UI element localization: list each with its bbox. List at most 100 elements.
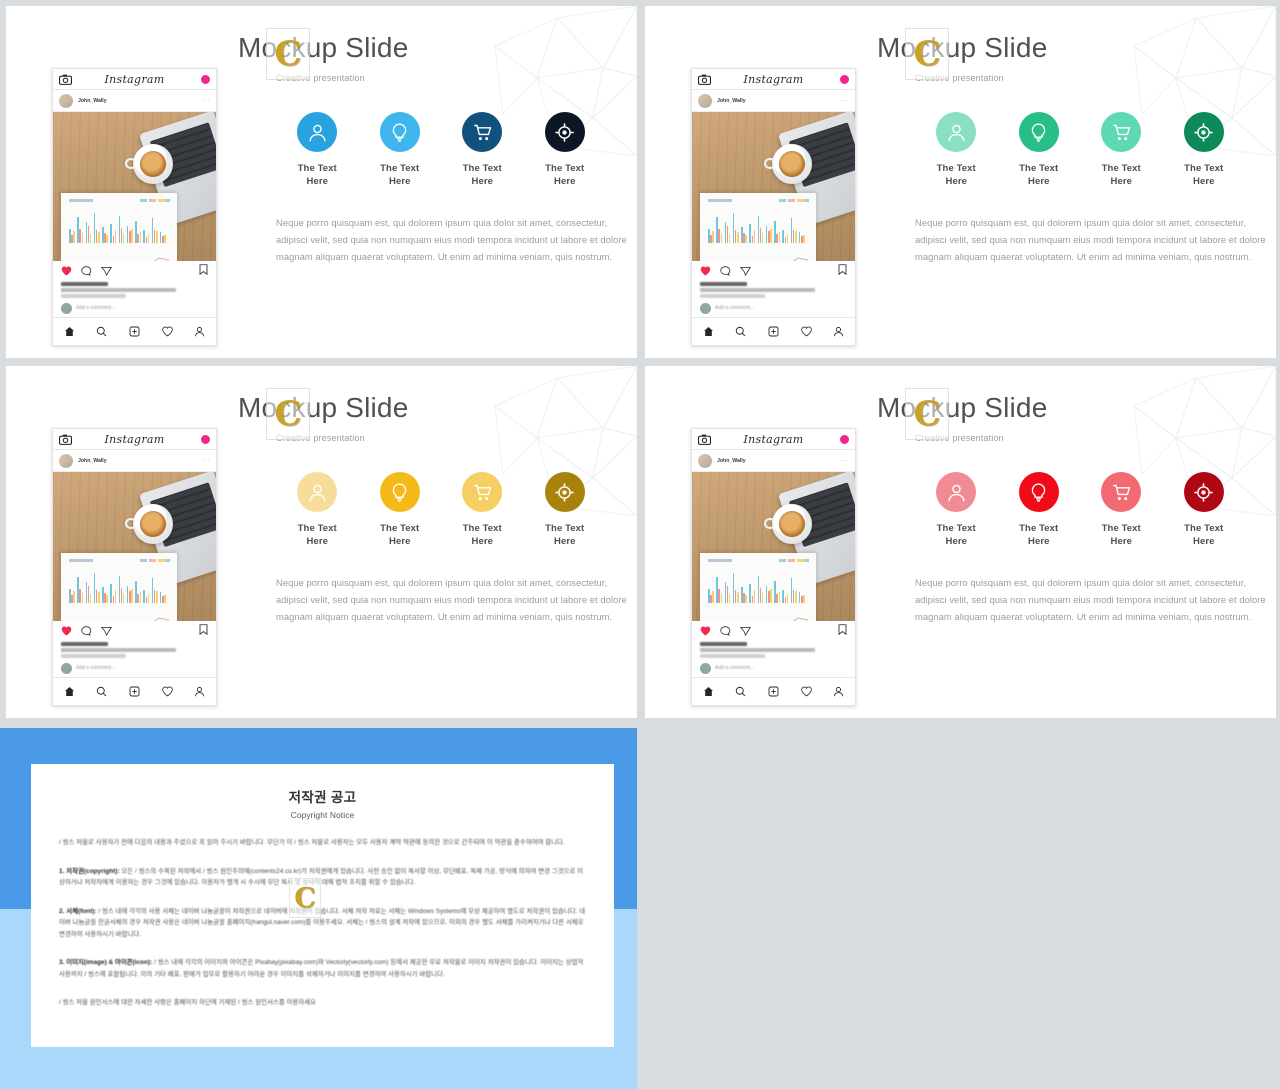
target-icon[interactable] — [1183, 472, 1224, 512]
comment-icon[interactable] — [720, 266, 731, 276]
profile-icon[interactable] — [833, 686, 844, 697]
search-icon[interactable] — [96, 686, 107, 697]
bottom-nav-bar[interactable] — [53, 677, 216, 705]
search-icon[interactable] — [735, 326, 746, 337]
comment-icon[interactable] — [720, 626, 731, 636]
bookmark-icon[interactable] — [838, 622, 847, 640]
notification-dot[interactable] — [201, 74, 210, 84]
instagram-phone-mockup[interactable]: Instagram John_Wally ··· Add a comment..… — [691, 428, 856, 706]
target-icon[interactable] — [544, 472, 585, 512]
activity-icon[interactable] — [800, 326, 812, 337]
heart-icon[interactable] — [61, 266, 72, 276]
more-options-icon[interactable]: ··· — [203, 98, 211, 104]
feature-icon-2[interactable]: The Text Here — [998, 112, 1081, 188]
comment-icon[interactable] — [81, 266, 92, 276]
copyright-notice-slide[interactable]: 저작권 공고 Copyright Notice / 씽스 저물로 사용하기 전에… — [0, 728, 637, 1089]
target-icon[interactable] — [544, 112, 585, 152]
heart-icon[interactable] — [700, 626, 711, 636]
slide-3[interactable]: Instagram John_Wally ··· Add a comment..… — [6, 366, 637, 718]
add-comment-input[interactable]: Add a comment... — [715, 665, 754, 671]
add-comment-row[interactable]: Add a comment... — [692, 661, 855, 677]
lightbulb-icon[interactable] — [379, 472, 420, 512]
notification-dot[interactable] — [840, 74, 849, 84]
feature-icon-1[interactable]: The Text Here — [915, 112, 998, 188]
post-author-row[interactable]: John_Wally ··· — [53, 90, 216, 112]
search-icon[interactable] — [735, 686, 746, 697]
feature-icon-1[interactable]: The Text Here — [276, 112, 359, 188]
username[interactable]: John_Wally — [78, 458, 107, 464]
feature-icon-1[interactable]: The Text Here — [915, 472, 998, 548]
add-comment-row[interactable]: Add a comment... — [53, 661, 216, 677]
shopping-cart-icon[interactable] — [1101, 472, 1142, 512]
feature-icon-3[interactable]: The Text Here — [1080, 472, 1163, 548]
more-options-icon[interactable]: ··· — [842, 458, 850, 464]
lightbulb-icon[interactable] — [1018, 472, 1059, 512]
add-post-icon[interactable] — [768, 326, 779, 337]
more-options-icon[interactable]: ··· — [203, 458, 211, 464]
username[interactable]: John_Wally — [717, 458, 746, 464]
bookmark-icon[interactable] — [838, 262, 847, 280]
shopping-cart-icon[interactable] — [1101, 112, 1142, 152]
post-author-row[interactable]: John_Wally ··· — [692, 450, 855, 472]
home-icon[interactable] — [64, 326, 75, 337]
send-icon[interactable] — [101, 626, 112, 636]
instagram-phone-mockup[interactable]: Instagram John_Wally ··· Add a comment..… — [52, 68, 217, 346]
instagram-phone-mockup[interactable]: Instagram John_Wally ··· Add a comment..… — [691, 68, 856, 346]
person-icon[interactable] — [297, 472, 338, 512]
comment-icon[interactable] — [81, 626, 92, 636]
home-icon[interactable] — [703, 326, 714, 337]
add-comment-input[interactable]: Add a comment... — [715, 305, 754, 311]
feature-icon-2[interactable]: The Text Here — [359, 472, 442, 548]
slide-4[interactable]: Instagram John_Wally ··· Add a comment..… — [645, 366, 1276, 718]
notification-dot[interactable] — [840, 434, 849, 444]
feature-icon-1[interactable]: The Text Here — [276, 472, 359, 548]
heart-icon[interactable] — [700, 266, 711, 276]
activity-icon[interactable] — [161, 326, 173, 337]
username[interactable]: John_Wally — [78, 98, 107, 104]
bookmark-icon[interactable] — [199, 622, 208, 640]
lightbulb-icon[interactable] — [379, 112, 420, 152]
feature-icon-3[interactable]: The Text Here — [441, 112, 524, 188]
username[interactable]: John_Wally — [717, 98, 746, 104]
add-comment-input[interactable]: Add a comment... — [76, 305, 115, 311]
feature-icon-4[interactable]: The Text Here — [524, 112, 607, 188]
feature-icon-4[interactable]: The Text Here — [1163, 472, 1246, 548]
slide-1[interactable]: Instagram John_Wally ··· Add a comment..… — [6, 6, 637, 358]
more-options-icon[interactable]: ··· — [842, 98, 850, 104]
slide-2[interactable]: Instagram John_Wally ··· Add a comment..… — [645, 6, 1276, 358]
add-comment-row[interactable]: Add a comment... — [692, 301, 855, 317]
person-icon[interactable] — [297, 112, 338, 152]
lightbulb-icon[interactable] — [1018, 112, 1059, 152]
post-actions[interactable] — [53, 621, 216, 641]
shopping-cart-icon[interactable] — [462, 112, 503, 152]
feature-icon-2[interactable]: The Text Here — [998, 472, 1081, 548]
post-author-row[interactable]: John_Wally ··· — [692, 90, 855, 112]
profile-icon[interactable] — [194, 686, 205, 697]
home-icon[interactable] — [703, 686, 714, 697]
bottom-nav-bar[interactable] — [53, 317, 216, 345]
activity-icon[interactable] — [800, 686, 812, 697]
notification-dot[interactable] — [201, 434, 210, 444]
send-icon[interactable] — [740, 266, 751, 276]
search-icon[interactable] — [96, 326, 107, 337]
shopping-cart-icon[interactable] — [462, 472, 503, 512]
heart-icon[interactable] — [61, 626, 72, 636]
post-actions[interactable] — [692, 261, 855, 281]
feature-icon-4[interactable]: The Text Here — [524, 472, 607, 548]
profile-icon[interactable] — [833, 326, 844, 337]
person-icon[interactable] — [936, 112, 977, 152]
bottom-nav-bar[interactable] — [692, 317, 855, 345]
feature-icon-3[interactable]: The Text Here — [441, 472, 524, 548]
home-icon[interactable] — [64, 686, 75, 697]
feature-icon-2[interactable]: The Text Here — [359, 112, 442, 188]
profile-icon[interactable] — [194, 326, 205, 337]
feature-icon-4[interactable]: The Text Here — [1163, 112, 1246, 188]
bottom-nav-bar[interactable] — [692, 677, 855, 705]
add-post-icon[interactable] — [768, 686, 779, 697]
send-icon[interactable] — [101, 266, 112, 276]
feature-icon-3[interactable]: The Text Here — [1080, 112, 1163, 188]
bookmark-icon[interactable] — [199, 262, 208, 280]
add-post-icon[interactable] — [129, 326, 140, 337]
target-icon[interactable] — [1183, 112, 1224, 152]
post-actions[interactable] — [53, 261, 216, 281]
